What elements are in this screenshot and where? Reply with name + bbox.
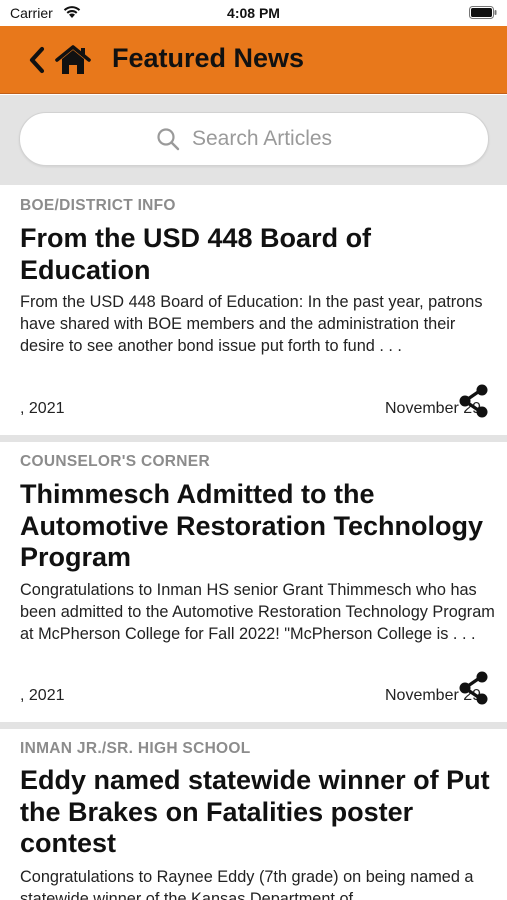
article-summary: Congratulations to Inman HS senior Grant…	[20, 581, 495, 643]
page-title: Featured News	[112, 43, 305, 73]
share-icon[interactable]	[458, 384, 490, 418]
status-bar: Carrier 4:08 PM	[0, 0, 507, 26]
article-title[interactable]: From the USD 448 Board of Education	[20, 223, 490, 286]
share-icon[interactable]	[458, 671, 490, 705]
article-divider	[0, 435, 507, 442]
article-title[interactable]: Thimmesch Admitted to the Automotive Res…	[20, 479, 490, 574]
app-header: Featured News	[0, 26, 507, 94]
article-card[interactable]: COUNSELOR'S CORNER Thimmesch Admitted to…	[0, 442, 507, 722]
battery-icon	[469, 6, 497, 19]
search-input[interactable]	[192, 127, 352, 151]
article-card[interactable]: INMAN JR./SR. HIGH SCHOOL Eddy named sta…	[0, 729, 507, 900]
article-summary: Congratulations to Raynee Eddy (7th grad…	[20, 868, 474, 900]
article-category: INMAN JR./SR. HIGH SCHOOL	[20, 740, 251, 757]
article-date-year: , 2021	[20, 400, 65, 417]
search-icon	[157, 128, 180, 151]
article-title[interactable]: Eddy named statewide winner of Put the B…	[20, 765, 490, 860]
search-area	[0, 95, 507, 185]
article-date-year: , 2021	[20, 687, 65, 704]
article-category: BOE/DISTRICT INFO	[20, 197, 176, 214]
article-divider	[0, 722, 507, 729]
article-card[interactable]: BOE/DISTRICT INFO From the USD 448 Board…	[0, 185, 507, 435]
home-icon[interactable]	[55, 45, 91, 75]
chevron-left-icon[interactable]	[26, 46, 48, 74]
search-bar[interactable]	[19, 112, 489, 166]
clock: 4:08 PM	[227, 5, 280, 21]
article-summary: From the USD 448 Board of Education: In …	[20, 293, 483, 355]
article-category: COUNSELOR'S CORNER	[20, 453, 210, 470]
